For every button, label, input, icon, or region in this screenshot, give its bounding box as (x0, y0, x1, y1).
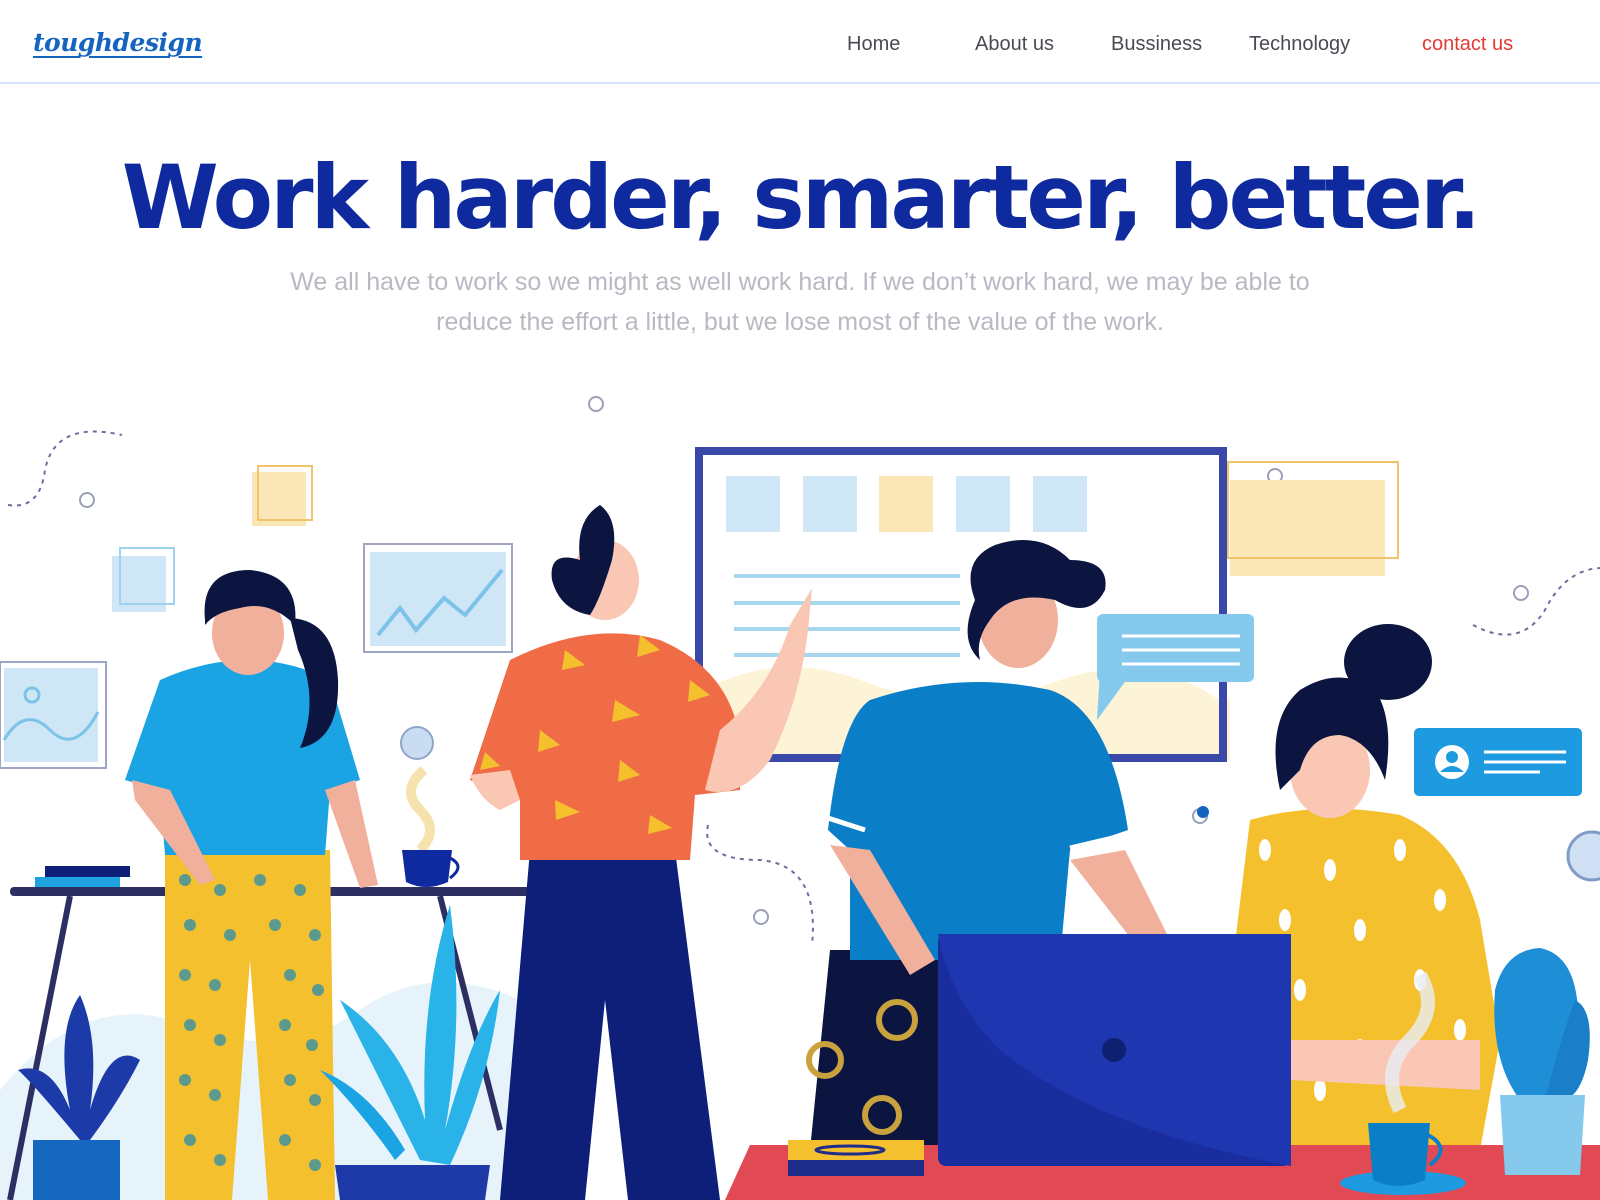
hero-subtitle-line-2: reduce the effort a little, but we lose … (436, 308, 1164, 336)
profile-card (1414, 728, 1582, 796)
nav-contact-us[interactable]: contact us (1422, 33, 1513, 56)
brand-logo[interactable]: toughdesign (33, 28, 203, 57)
top-navbar: toughdesign Home About us Bussiness Tech… (0, 0, 1600, 84)
circle-edge (1566, 830, 1600, 882)
hero-title: Work harder, smarter, better. (121, 146, 1482, 249)
nav-business[interactable]: Bussiness (1111, 33, 1202, 56)
nav-technology[interactable]: Technology (1249, 33, 1350, 56)
laptop (938, 934, 1291, 1166)
hero-subtitle: We all have to work so we might as well … (220, 262, 1380, 342)
image-card (0, 661, 107, 769)
cactus-plant (1494, 948, 1590, 1175)
hero-subtitle-line-1: We all have to work so we might as well … (290, 268, 1310, 296)
chart-card (363, 543, 513, 653)
nav-home[interactable]: Home (847, 33, 900, 56)
dot-blue (1197, 806, 1209, 818)
bubble-circle (400, 726, 434, 760)
office-teamwork-illustration (0, 396, 1600, 1200)
nav-about-us[interactable]: About us (975, 33, 1054, 56)
coffee-cup (402, 766, 460, 887)
